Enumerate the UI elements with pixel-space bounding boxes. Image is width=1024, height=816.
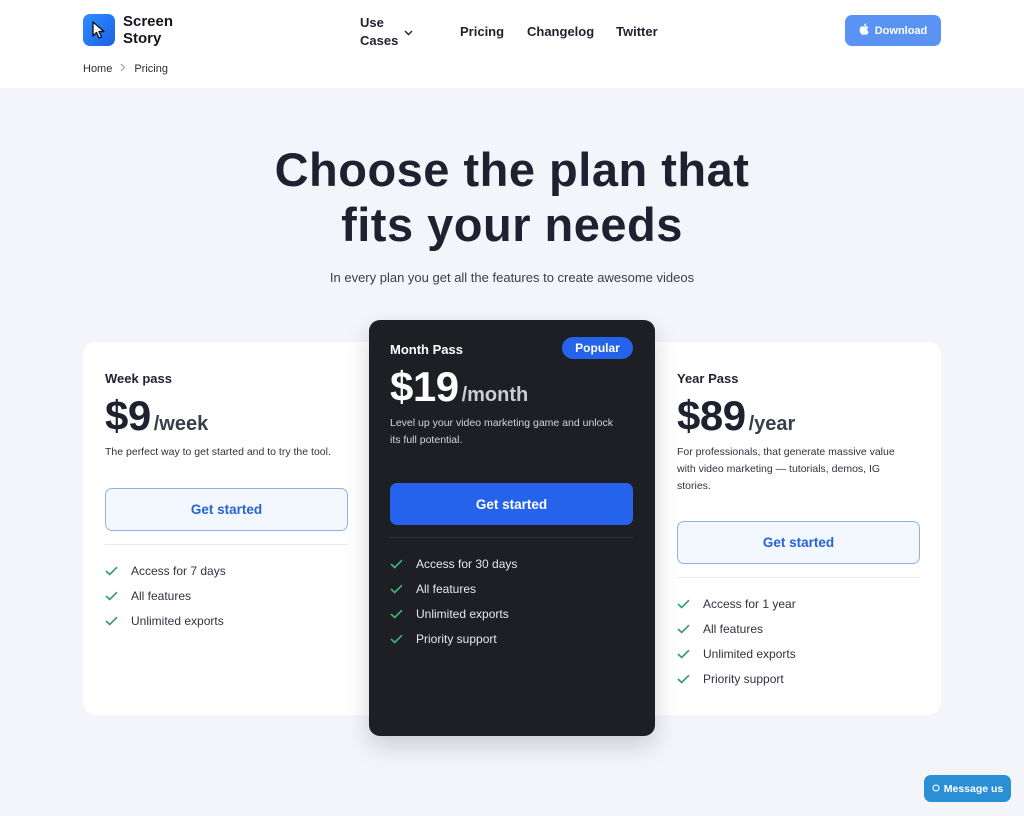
- breadcrumb: Home Pricing: [83, 63, 168, 75]
- plan-description-line: stories.: [677, 480, 711, 492]
- price-line: $89 /year: [677, 392, 927, 440]
- list-item: Access for 1 year: [677, 591, 927, 616]
- brand-name: Screen Story: [123, 13, 173, 47]
- page-title-line2: fits your needs: [341, 198, 683, 251]
- list-item: Access for 7 days: [105, 558, 355, 583]
- nav-use-cases[interactable]: Use Cases: [360, 15, 413, 48]
- feature-label: Priority support: [703, 671, 784, 686]
- plan-name: Week pass: [105, 371, 172, 386]
- divider: [677, 577, 920, 578]
- plan-period: /year: [748, 413, 796, 435]
- plan-description-line: Level up your video marketing game and u…: [390, 417, 613, 429]
- get-started-button[interactable]: Get started: [105, 488, 348, 531]
- brand-logo[interactable]: Screen Story: [83, 13, 173, 47]
- chevron-down-icon: [404, 23, 413, 41]
- list-item: Unlimited exports: [390, 601, 640, 626]
- breadcrumb-home[interactable]: Home: [83, 63, 112, 75]
- price-line: $9 /week: [105, 392, 355, 440]
- check-icon: [105, 566, 119, 576]
- brand-name-line1: Screen: [123, 13, 174, 30]
- download-label: Download: [874, 24, 928, 37]
- get-started-button[interactable]: Get started: [677, 521, 920, 564]
- feature-label: Priority support: [416, 631, 497, 646]
- download-button[interactable]: Download: [845, 15, 941, 46]
- page-title-line1: Choose the plan that: [274, 143, 750, 196]
- divider: [105, 544, 348, 545]
- plan-period: /month: [461, 384, 529, 406]
- feature-label: All features: [703, 621, 764, 636]
- check-icon: [390, 559, 404, 569]
- page-title: Choose the plan that fits your needs: [0, 142, 1024, 252]
- feature-label: Access for 7 days: [131, 563, 226, 578]
- nav-twitter[interactable]: Twitter: [616, 23, 658, 41]
- plan-price: $89: [677, 392, 746, 439]
- check-icon: [390, 634, 404, 644]
- chevron-right-icon: [120, 63, 126, 75]
- breadcrumb-current: Pricing: [134, 63, 168, 75]
- feature-label: All features: [416, 581, 477, 596]
- plan-year: Year Pass $89 /year For professionals, t…: [677, 371, 927, 691]
- plan-name: Year Pass: [677, 371, 739, 386]
- feature-list: Access for 30 days All features Unlimite…: [390, 551, 640, 651]
- list-item: All features: [390, 576, 640, 601]
- plan-month: Month Pass $19 /month Level up your vide…: [390, 342, 640, 651]
- plan-description-line: For professionals, that generate massive…: [677, 446, 895, 458]
- plan-month-card: Popular Month Pass $19 /month Level up y…: [369, 320, 655, 736]
- check-icon: [390, 609, 404, 619]
- divider: [390, 537, 633, 538]
- top-navigation-bar: Screen Story Use Cases Pricing Changelog…: [0, 0, 1024, 88]
- plan-name: Month Pass: [390, 342, 463, 357]
- feature-label: Unlimited exports: [131, 613, 224, 628]
- plan-description-line: its full potential.: [390, 434, 463, 446]
- check-icon: [677, 624, 691, 634]
- list-item: All features: [105, 583, 355, 608]
- plan-week: Week pass $9 /week The perfect way to ge…: [105, 371, 355, 633]
- check-icon: [105, 591, 119, 601]
- check-icon: [677, 649, 691, 659]
- chat-icon: [932, 783, 940, 795]
- plan-description: For professionals, that generate massive…: [677, 444, 927, 495]
- brand-name-line2: Story: [123, 30, 162, 47]
- message-us-label: Message us: [943, 782, 1004, 795]
- apple-icon: [859, 23, 869, 38]
- feature-label: Access for 1 year: [703, 596, 796, 611]
- list-item: Priority support: [677, 666, 927, 691]
- plan-price: $9: [105, 392, 151, 439]
- check-icon: [105, 616, 119, 626]
- plan-description: The perfect way to get started and to tr…: [105, 446, 331, 458]
- plan-description: Level up your video marketing game and u…: [390, 415, 640, 449]
- get-started-button[interactable]: Get started: [390, 483, 633, 525]
- feature-list: Access for 7 days All features Unlimited…: [105, 558, 355, 633]
- plan-description-line: with video marketing — tutorials, demos,…: [677, 463, 881, 475]
- list-item: Unlimited exports: [105, 608, 355, 633]
- feature-list: Access for 1 year All features Unlimited…: [677, 591, 927, 691]
- plan-price: $19: [390, 363, 459, 410]
- list-item: Priority support: [390, 626, 640, 651]
- feature-label: Unlimited exports: [703, 646, 796, 661]
- check-icon: [677, 674, 691, 684]
- cursor-logo-icon: [83, 14, 115, 46]
- feature-label: Unlimited exports: [416, 606, 509, 621]
- message-us-button[interactable]: Message us: [924, 775, 1011, 802]
- check-icon: [390, 584, 404, 594]
- nav-changelog[interactable]: Changelog: [527, 23, 594, 41]
- page-subtitle: In every plan you get all the features t…: [329, 270, 695, 285]
- list-item: Access for 30 days: [390, 551, 640, 576]
- list-item: All features: [677, 616, 927, 641]
- nav-use-cases-label: Use Cases: [360, 15, 399, 48]
- feature-label: Access for 30 days: [416, 556, 518, 571]
- feature-label: All features: [131, 588, 192, 603]
- nav-pricing[interactable]: Pricing: [460, 23, 504, 41]
- check-icon: [677, 599, 691, 609]
- list-item: Unlimited exports: [677, 641, 927, 666]
- price-line: $19 /month: [390, 363, 640, 411]
- plan-period: /week: [153, 413, 209, 435]
